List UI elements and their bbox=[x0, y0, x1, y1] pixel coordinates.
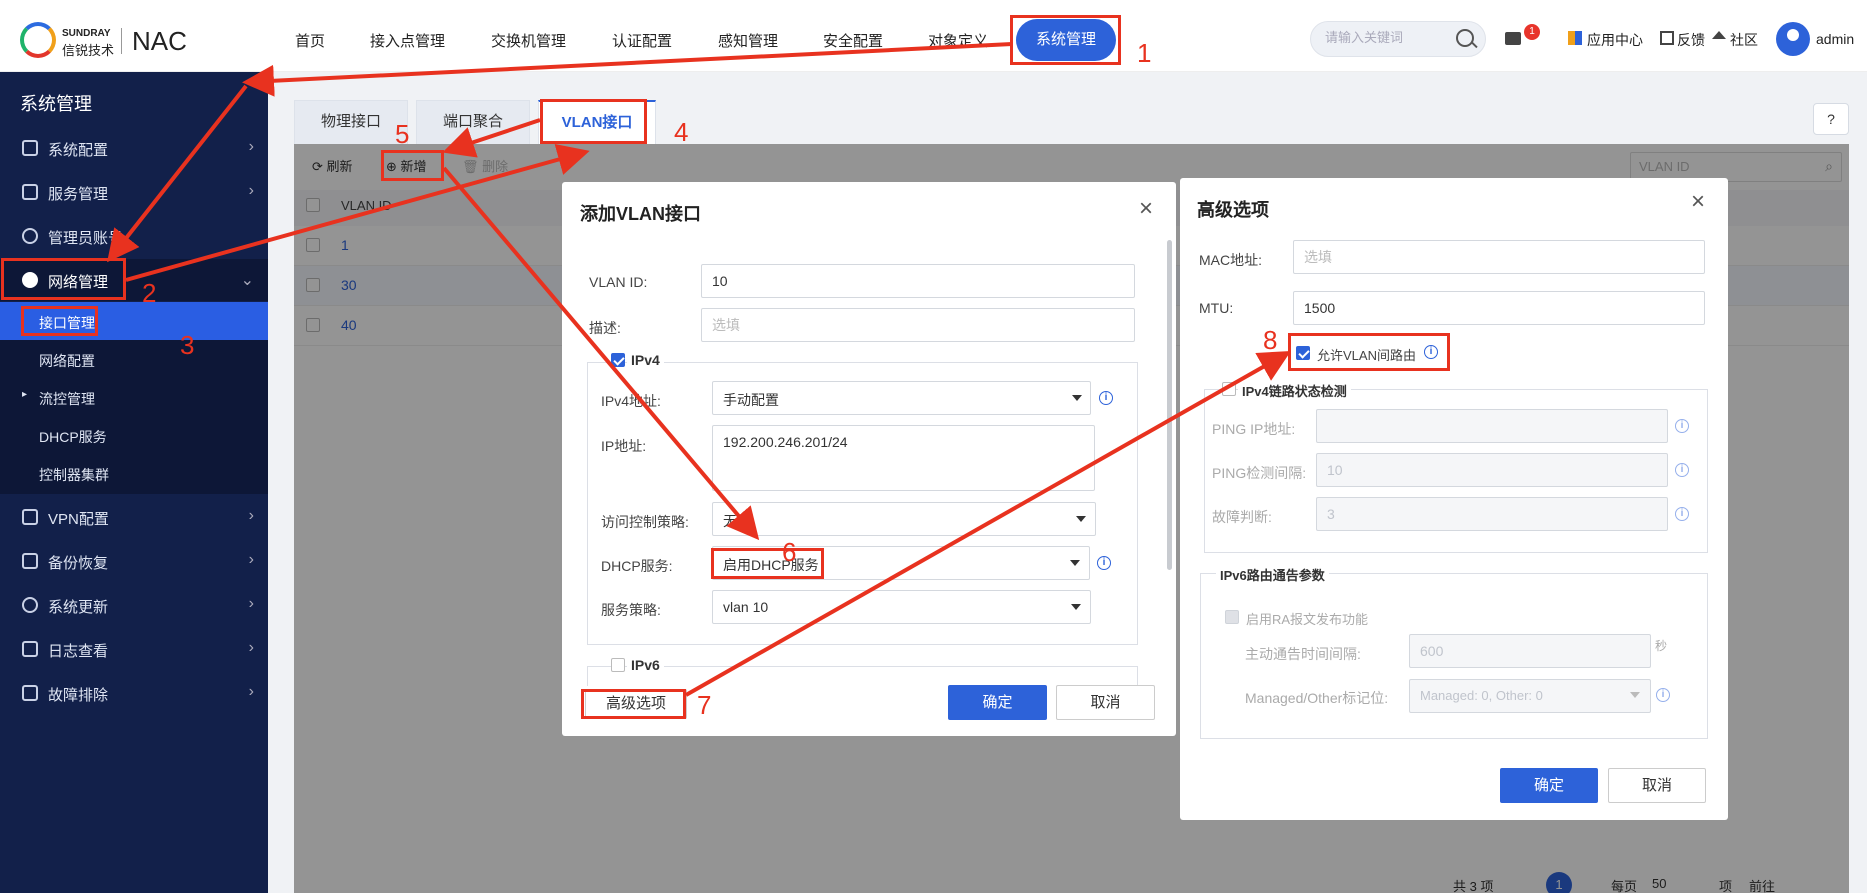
annotation-arrow-4 bbox=[442, 118, 541, 158]
annotation-arrow-3 bbox=[125, 144, 590, 282]
annotation-arrow-5 bbox=[442, 166, 760, 541]
annotation-arrow-6 bbox=[685, 351, 1291, 697]
annotation-arrows bbox=[107, 42, 1291, 697]
annotation-arrow-1 bbox=[242, 42, 1013, 97]
annotation-arrow-2 bbox=[107, 84, 248, 263]
